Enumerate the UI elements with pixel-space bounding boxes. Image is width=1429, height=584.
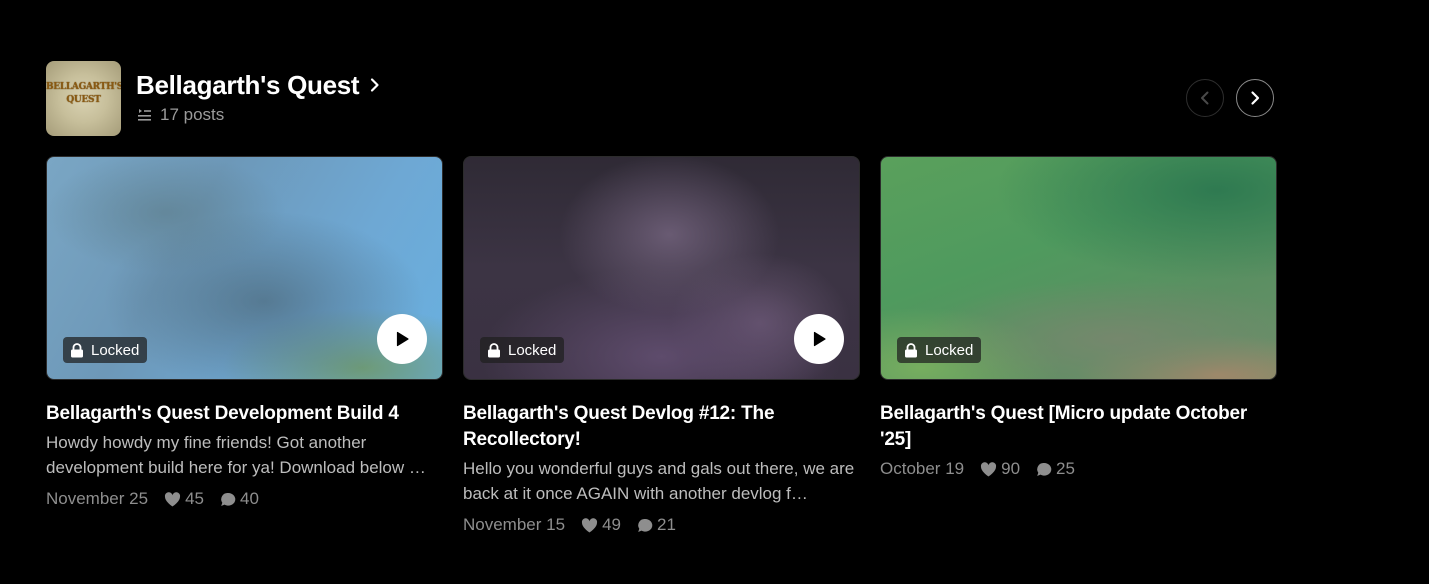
play-button[interactable] bbox=[794, 314, 844, 364]
comment-icon bbox=[1037, 462, 1052, 476]
comments-value: 40 bbox=[239, 489, 259, 508]
post-excerpt: Hello you wonderful guys and gals out th… bbox=[463, 459, 855, 503]
comment-icon bbox=[638, 518, 653, 532]
collection-title[interactable]: Bellagarth's Quest bbox=[136, 70, 360, 101]
heart-icon bbox=[981, 461, 997, 476]
comments-count: 25 bbox=[1036, 459, 1075, 479]
lock-icon bbox=[905, 342, 917, 357]
locked-label: Locked bbox=[925, 341, 974, 359]
heart-icon bbox=[581, 517, 598, 532]
post-meta: October 19 90 25 bbox=[880, 459, 1277, 479]
play-icon bbox=[396, 331, 409, 347]
locked-label: Locked bbox=[91, 341, 140, 359]
likes-count: 45 bbox=[164, 489, 204, 509]
post-card[interactable]: Locked Bellagarth's Quest [Micro update … bbox=[880, 156, 1277, 479]
thumbnail-logo-line2: QUEST bbox=[66, 95, 101, 105]
comments-value: 25 bbox=[1056, 459, 1075, 478]
post-media[interactable]: Locked bbox=[463, 156, 860, 380]
collection-thumbnail-logo: BELLAGARTH'S QUEST bbox=[46, 81, 121, 107]
likes-count: 90 bbox=[980, 459, 1020, 479]
carousel-next-button[interactable] bbox=[1236, 79, 1274, 117]
chevron-right-icon bbox=[1251, 91, 1260, 105]
lock-icon bbox=[488, 342, 500, 357]
likes-count: 49 bbox=[581, 515, 621, 535]
carousel-prev-button[interactable] bbox=[1186, 79, 1224, 117]
post-media[interactable]: Locked bbox=[46, 156, 443, 380]
likes-value: 90 bbox=[1001, 459, 1021, 478]
play-button[interactable] bbox=[377, 314, 427, 364]
post-date: November 25 bbox=[46, 489, 149, 508]
likes-value: 45 bbox=[185, 489, 204, 508]
post-count-label: 17 posts bbox=[160, 105, 225, 124]
post-title[interactable]: Bellagarth's Quest Development Build 4 bbox=[46, 401, 443, 427]
post-meta: November 25 45 40 bbox=[46, 489, 443, 509]
post-card[interactable]: Locked Bellagarth's Quest Devlog #12: Th… bbox=[463, 156, 860, 535]
post-card[interactable]: Locked Bellagarth's Quest Development Bu… bbox=[46, 156, 443, 509]
locked-badge: Locked bbox=[897, 337, 982, 363]
thumbnail-logo-line1: BELLAGARTH'S bbox=[46, 82, 121, 92]
likes-value: 49 bbox=[602, 515, 621, 534]
post-date: November 15 bbox=[463, 515, 566, 534]
post-meta: November 15 49 21 bbox=[463, 515, 860, 535]
chevron-right-icon bbox=[371, 78, 379, 92]
post-list-icon bbox=[138, 109, 151, 121]
post-count: 17 posts bbox=[137, 105, 224, 125]
comment-icon bbox=[221, 492, 236, 506]
post-excerpt: Howdy howdy my fine friends! Got another… bbox=[46, 433, 426, 477]
collection-title-link[interactable]: Bellagarth's Quest bbox=[136, 68, 383, 102]
locked-badge: Locked bbox=[480, 337, 565, 363]
post-media[interactable]: Locked bbox=[880, 156, 1277, 380]
locked-label: Locked bbox=[508, 341, 557, 359]
locked-badge: Locked bbox=[63, 337, 148, 363]
comments-count: 21 bbox=[637, 515, 676, 535]
heart-icon bbox=[164, 491, 181, 506]
chevron-left-icon bbox=[1201, 91, 1209, 105]
post-title[interactable]: Bellagarth's Quest [Micro update October… bbox=[880, 401, 1277, 453]
comments-value: 21 bbox=[656, 515, 676, 534]
collection-thumbnail[interactable]: BELLAGARTH'S QUEST bbox=[46, 61, 121, 136]
post-title[interactable]: Bellagarth's Quest Devlog #12: The Recol… bbox=[463, 401, 860, 453]
collection-header: BELLAGARTH'S QUEST Bellagarth's Quest 17… bbox=[46, 61, 1276, 136]
post-date: October 19 bbox=[880, 459, 965, 478]
comments-count: 40 bbox=[220, 489, 259, 509]
lock-icon bbox=[71, 342, 83, 357]
play-icon bbox=[813, 331, 826, 347]
